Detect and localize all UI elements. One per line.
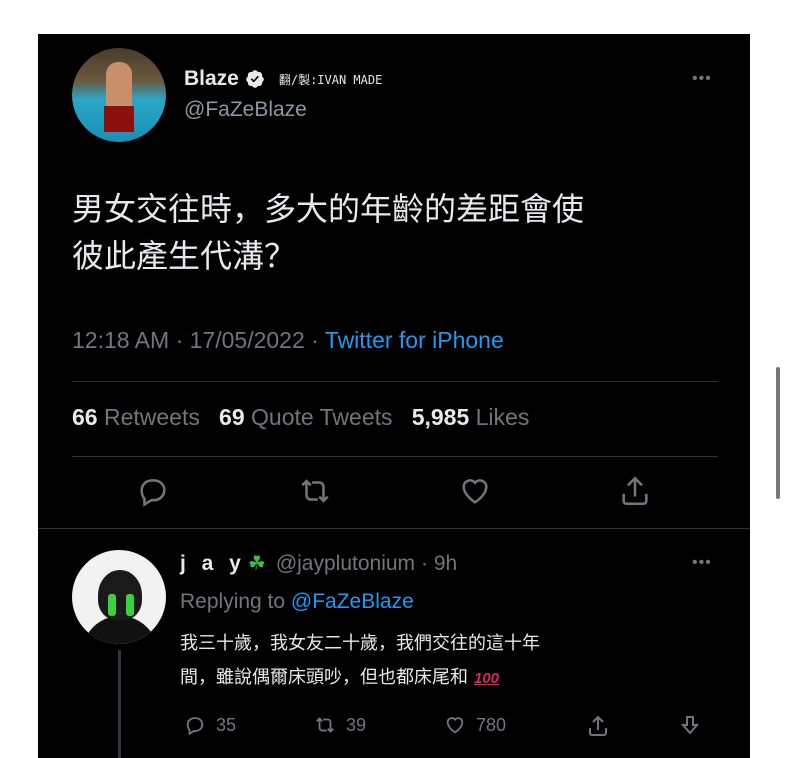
thread-line bbox=[118, 650, 121, 758]
avatar-eye bbox=[126, 594, 134, 616]
reply-count: 35 bbox=[216, 714, 237, 735]
reply-icon[interactable] bbox=[136, 474, 170, 508]
reply-header: j a y ☘ @jayplutonium · 9h bbox=[180, 551, 457, 576]
tweet-time[interactable]: 12:18 AM bbox=[72, 327, 169, 353]
retweets-stat[interactable]: 66 Retweets bbox=[72, 404, 200, 430]
hundred-points-icon: 100 bbox=[474, 670, 500, 687]
watermark-text: 翻/製:IVAN MADE bbox=[278, 72, 383, 87]
reply-author-avatar[interactable] bbox=[72, 550, 166, 644]
retweet-icon bbox=[316, 717, 334, 733]
retweet-icon[interactable] bbox=[298, 474, 332, 508]
verified-badge-icon bbox=[246, 70, 264, 88]
like-icon bbox=[446, 717, 464, 734]
avatar-eye bbox=[108, 594, 116, 616]
share-icon[interactable] bbox=[618, 474, 652, 508]
reply-author-name[interactable]: j a y bbox=[180, 552, 246, 576]
avatar-head bbox=[98, 570, 142, 620]
reply-text-line: 間，雖說偶爾床頭吵，但也都床尾和 100 bbox=[180, 667, 500, 687]
tweet-meta: 12:18 AM · 17/05/2022 · Twitter for iPho… bbox=[72, 327, 504, 353]
replying-to-mention[interactable]: @FaZeBlaze bbox=[291, 590, 414, 613]
tweet-date[interactable]: 17/05/2022 bbox=[190, 327, 305, 353]
retweet-count: 39 bbox=[346, 714, 367, 735]
replying-to: Replying to @FaZeBlaze bbox=[180, 590, 414, 614]
divider bbox=[38, 528, 750, 529]
reply-reply-action[interactable]: 35 bbox=[184, 714, 236, 736]
reply-author-handle[interactable]: @jayplutonium bbox=[276, 552, 415, 576]
more-icon[interactable]: ••• bbox=[692, 554, 712, 572]
tweet-text: 男女交往時，多大的年齡的差距會使 彼此產生代溝？ bbox=[72, 186, 722, 280]
replying-to-label: Replying to bbox=[180, 590, 286, 613]
reply-like-action[interactable]: 780 bbox=[444, 714, 506, 736]
avatar-shoulder bbox=[82, 616, 158, 644]
author-handle[interactable]: @FaZeBlaze bbox=[184, 98, 307, 122]
like-count: 780 bbox=[476, 714, 507, 735]
tweet-panel: Blaze 翻/製:IVAN MADE @FaZeBlaze ••• 男女交往時… bbox=[38, 34, 750, 758]
reply-text-line: 我三十歲，我女友二十歲，我們交往的這十年 bbox=[180, 633, 540, 653]
author-name[interactable]: Blaze bbox=[184, 67, 239, 91]
reply-icon bbox=[186, 717, 204, 736]
clover-icon: ☘ bbox=[247, 553, 266, 575]
tweet-stats: 66 Retweets 69 Quote Tweets 5,985 Likes bbox=[72, 404, 529, 431]
like-icon[interactable] bbox=[458, 474, 492, 508]
tweet-text-line: 男女交往時，多大的年齡的差距會使 bbox=[72, 191, 585, 227]
likes-stat[interactable]: 5,985 Likes bbox=[412, 404, 530, 430]
scrollbar[interactable] bbox=[776, 367, 780, 499]
reply-retweet-action[interactable]: 39 bbox=[314, 714, 366, 736]
tweet-text-line: 彼此產生代溝？ bbox=[72, 238, 297, 274]
more-icon[interactable]: ••• bbox=[692, 70, 712, 88]
share-icon[interactable] bbox=[586, 714, 610, 738]
reply-text: 我三十歲，我女友二十歲，我們交往的這十年 間，雖說偶爾床頭吵，但也都床尾和 100 bbox=[180, 626, 660, 696]
tweet-source[interactable]: Twitter for iPhone bbox=[325, 327, 504, 353]
author-name-row: Blaze 翻/製:IVAN MADE bbox=[184, 67, 382, 91]
divider bbox=[72, 456, 718, 457]
author-avatar[interactable] bbox=[72, 48, 166, 142]
divider bbox=[72, 381, 718, 382]
quote-tweets-stat[interactable]: 69 Quote Tweets bbox=[219, 404, 392, 430]
download-icon[interactable] bbox=[678, 714, 702, 738]
reply-time[interactable]: · 9h bbox=[421, 552, 457, 576]
avatar-shorts bbox=[104, 106, 134, 132]
